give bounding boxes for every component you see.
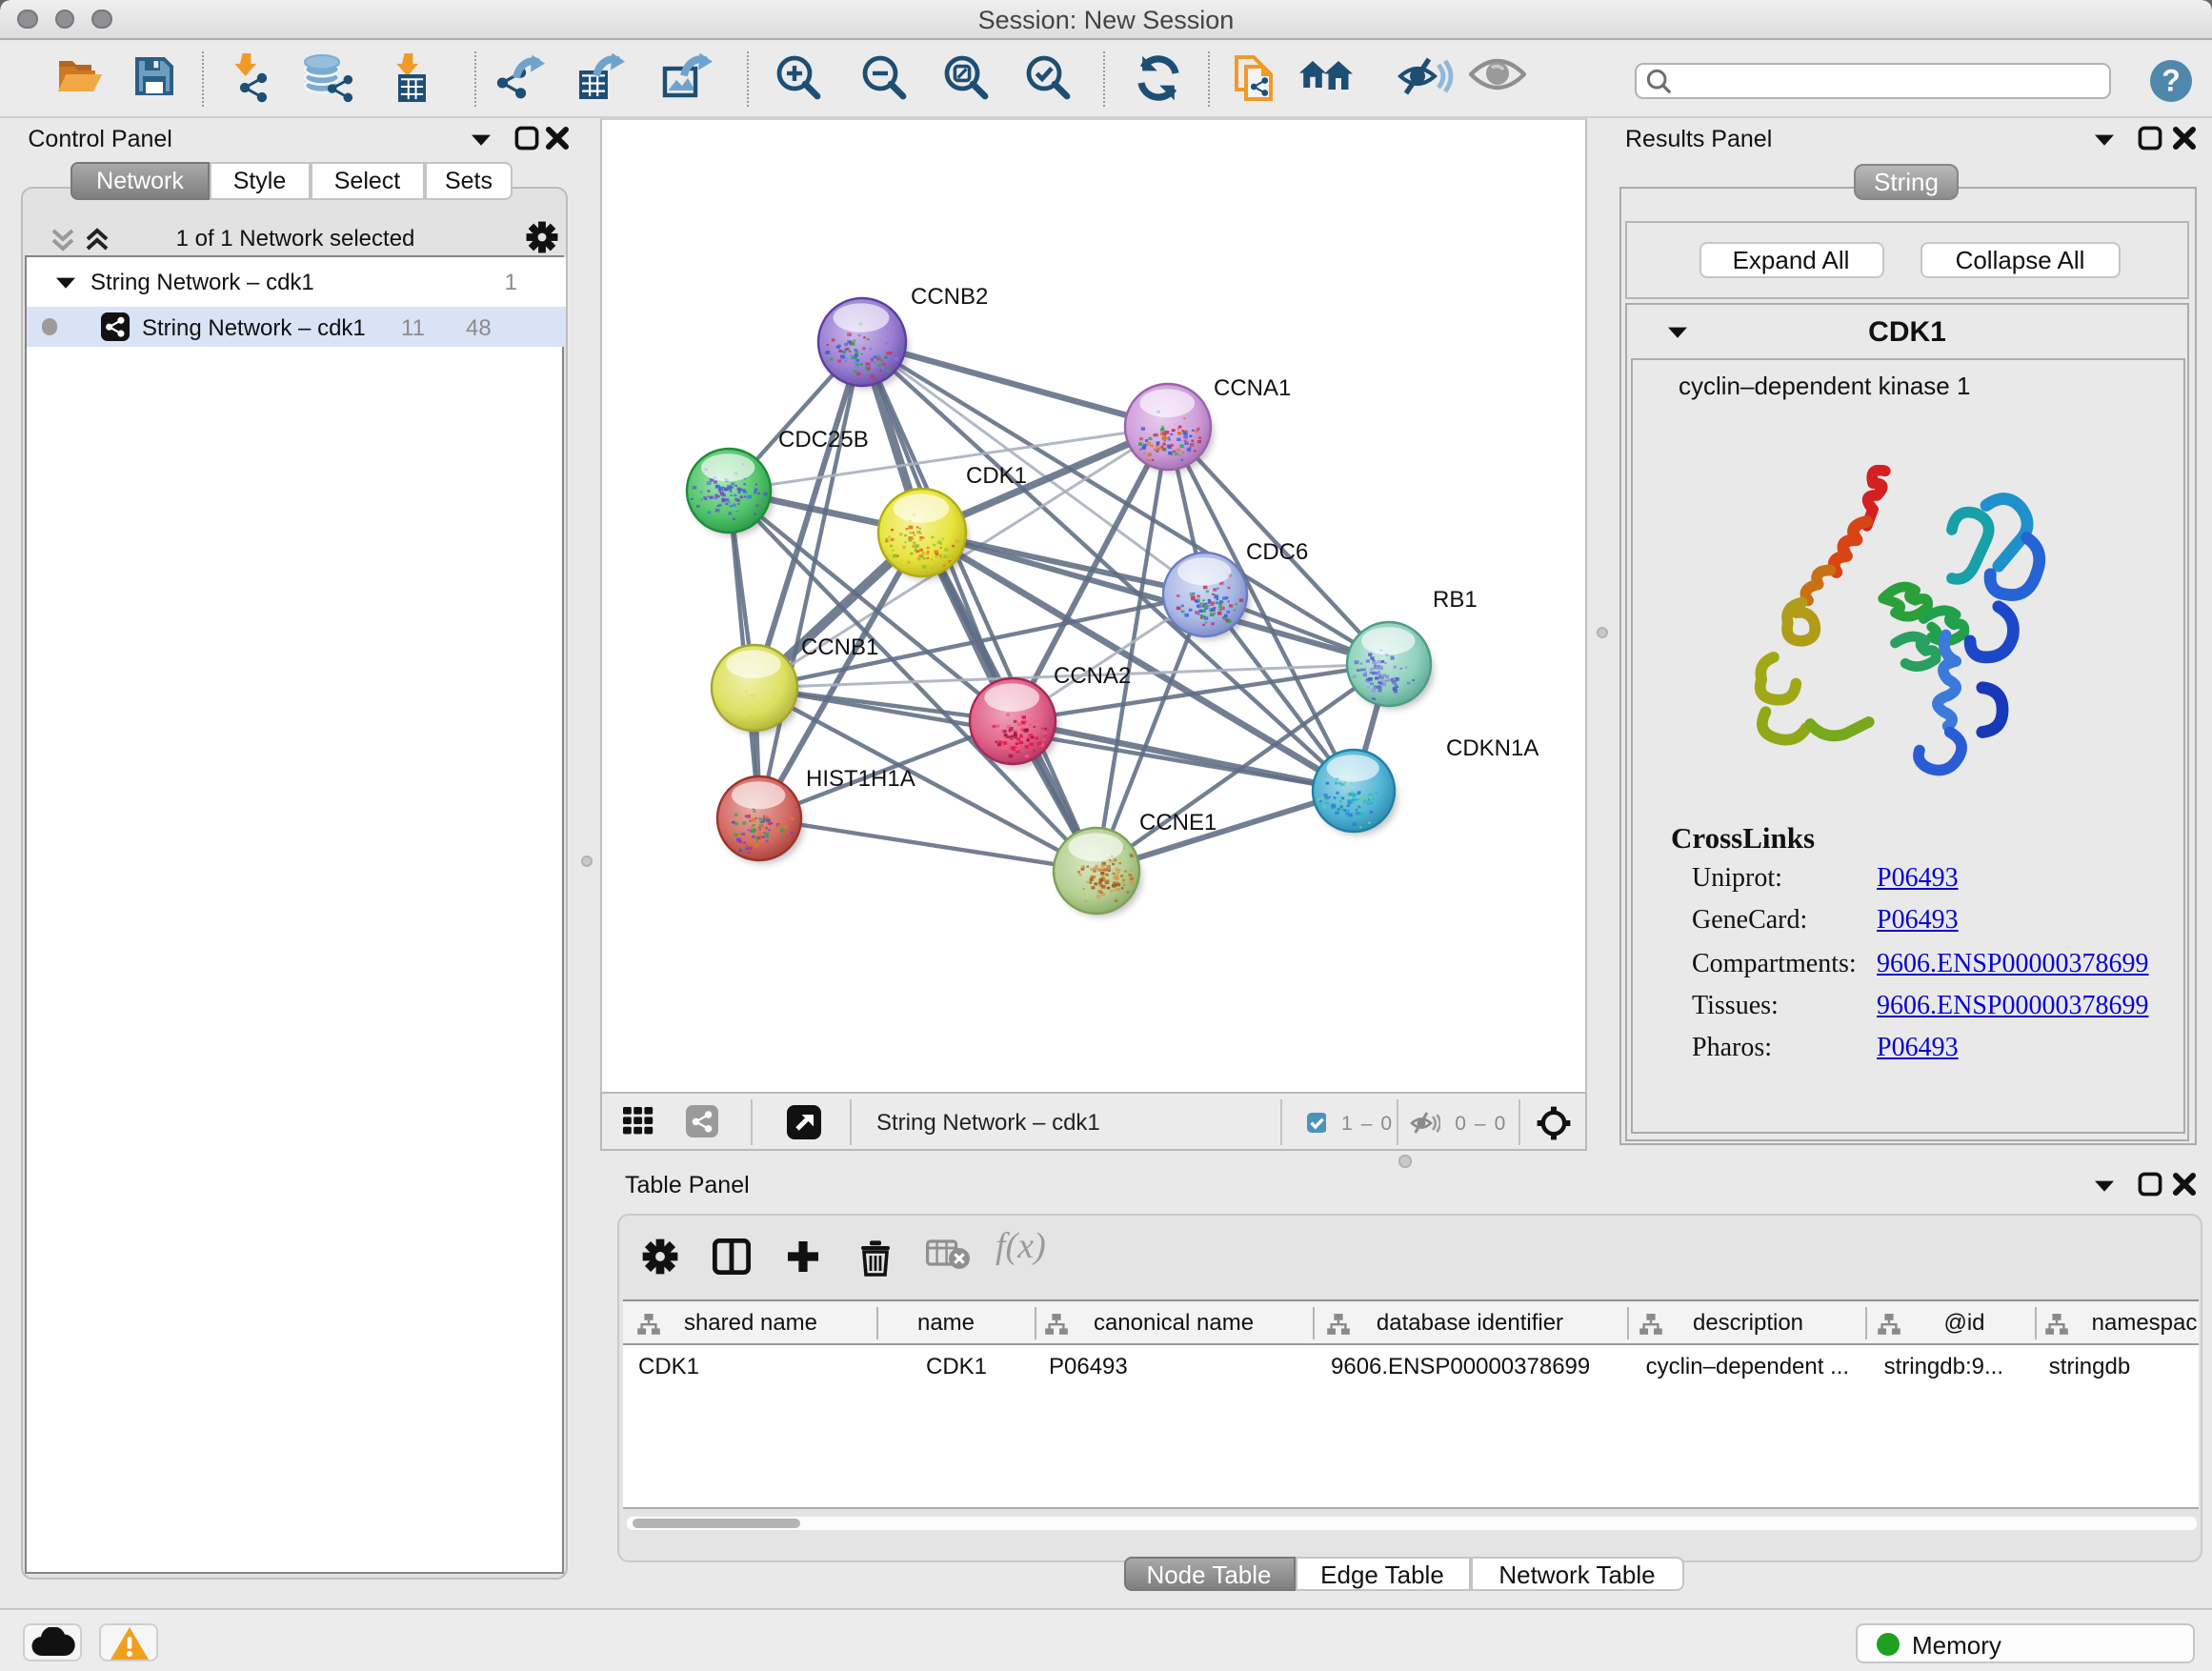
svg-text:CDC25B: CDC25B (778, 426, 869, 452)
svg-text:CCNB2: CCNB2 (911, 283, 988, 309)
svg-text:CCNA1: CCNA1 (1214, 374, 1291, 400)
svg-text:CDKN1A: CDKN1A (1446, 735, 1538, 760)
svg-text:HIST1H1A: HIST1H1A (806, 765, 915, 791)
svg-text:CCNE1: CCNE1 (1139, 809, 1217, 835)
svg-text:CDC6: CDC6 (1246, 538, 1308, 564)
svg-text:CCNA2: CCNA2 (1054, 662, 1131, 688)
svg-text:CCNB1: CCNB1 (801, 634, 878, 659)
svg-text:CDK1: CDK1 (966, 462, 1027, 488)
svg-text:?: ? (2162, 64, 2181, 98)
svg-text:RB1: RB1 (1433, 586, 1478, 612)
